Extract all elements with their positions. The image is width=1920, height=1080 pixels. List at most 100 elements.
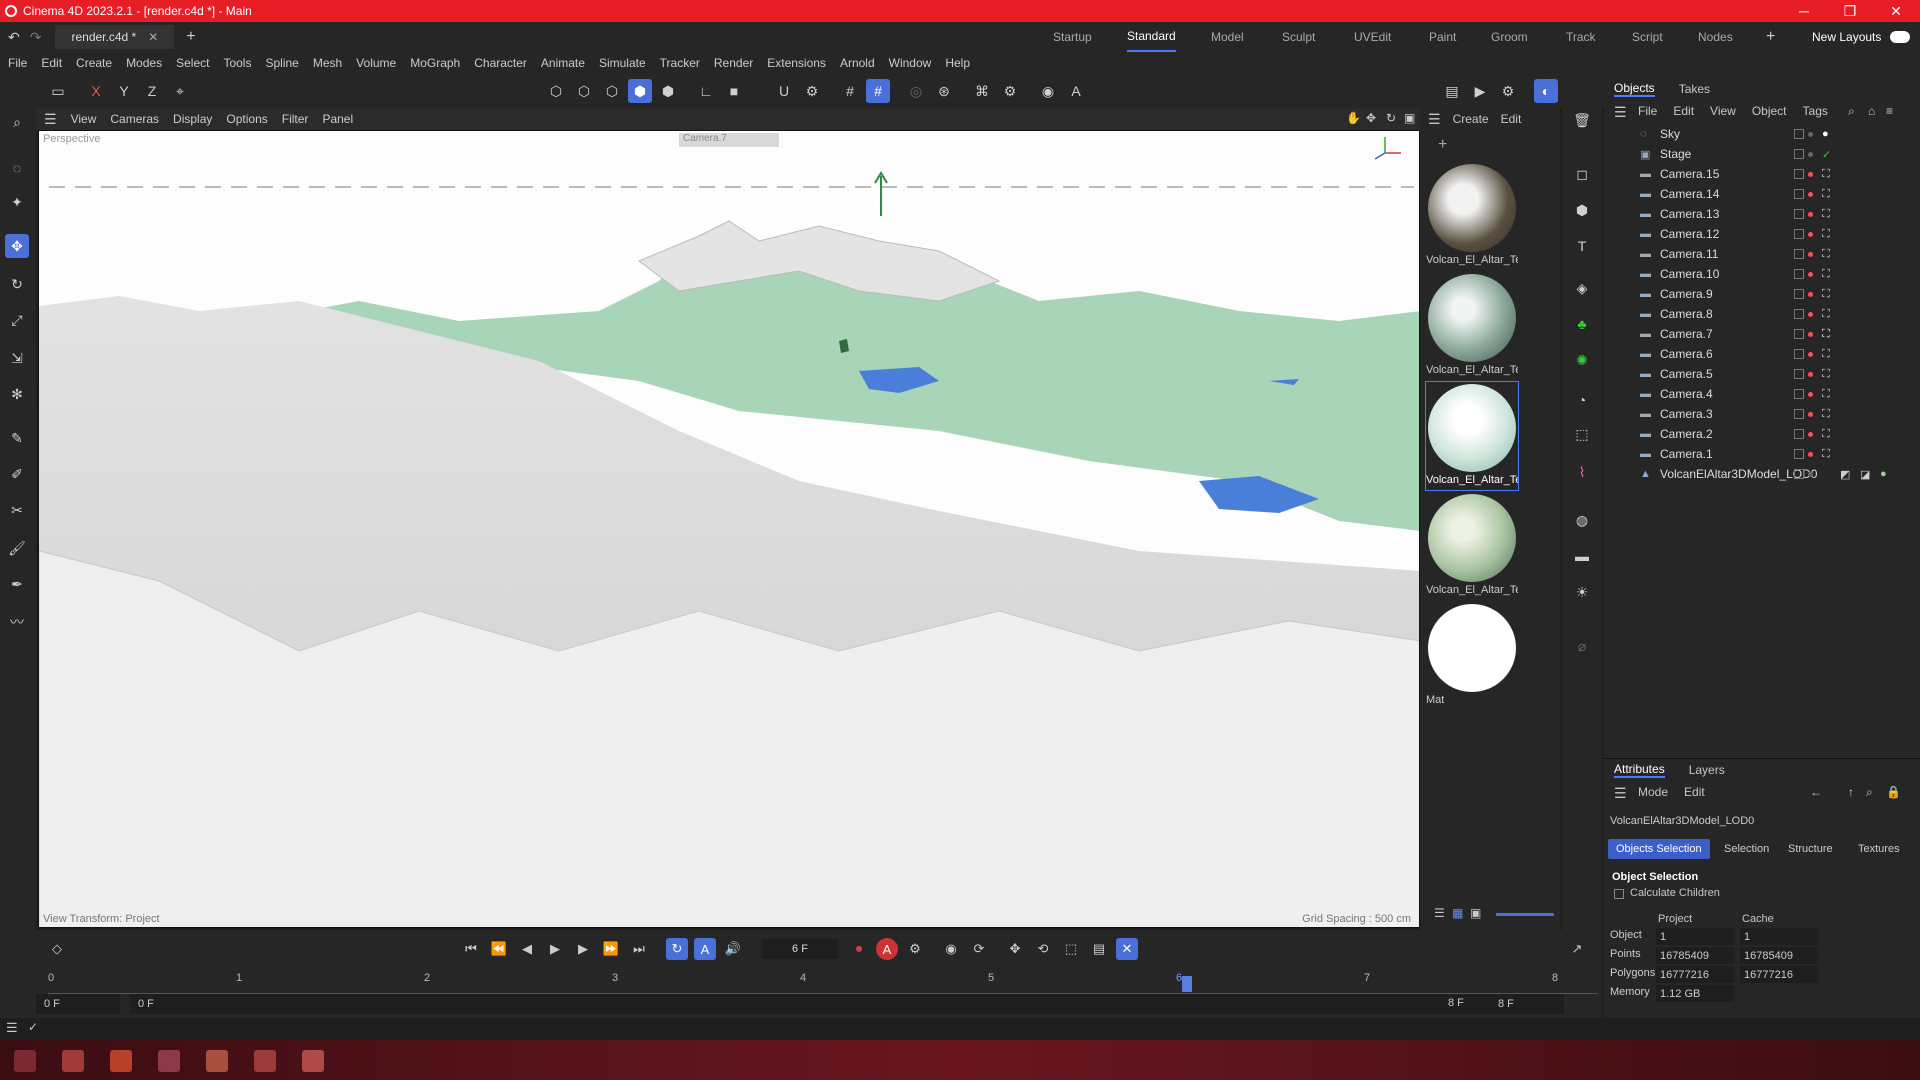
render-dot[interactable] [1808,291,1813,297]
object-menu-tags[interactable]: Tags [1803,104,1828,118]
trash-icon[interactable]: 🗑 [1570,108,1594,132]
bevel-tool-icon[interactable]: ✒ [5,572,29,596]
layout-tab-track[interactable]: Track [1566,22,1596,52]
record-icon[interactable]: ⏺ [848,938,870,960]
frame-ruler[interactable]: 0 1 2 3 4 5 6 7 8 [48,972,1598,994]
menu-edit[interactable]: Edit [41,56,62,70]
layout-tab-model[interactable]: Model [1211,22,1244,52]
object-row-camera[interactable]: ▬ Camera.14 ⛶ [1604,184,1920,204]
coordinate-system-icon[interactable]: ⌖ [168,79,192,103]
playback-rate-icon[interactable]: A [694,938,716,960]
maximize-button[interactable]: ❐ [1830,0,1870,22]
new-layouts-toggle[interactable] [1890,31,1910,43]
timeline-graph-icon[interactable]: ↗ [1566,938,1588,960]
render-dot[interactable] [1808,311,1813,317]
calculate-children-checkbox[interactable] [1614,889,1624,899]
visibility-checkbox[interactable] [1794,149,1804,159]
object-row-camera[interactable]: ▬ Camera.5 ⛶ [1604,364,1920,384]
menu-modes[interactable]: Modes [126,56,162,70]
render-dot[interactable] [1808,231,1813,237]
render-dot[interactable] [1808,351,1813,357]
layout-tab-paint[interactable]: Paint [1429,22,1456,52]
camera-target-tag-icon[interactable]: ⛶ [1822,408,1830,421]
key-pla-icon[interactable]: ⬚ [1060,938,1082,960]
spline-smooth-icon[interactable]: ✐ [5,462,29,486]
object-hamburger-icon[interactable]: ☰ [1614,104,1627,121]
phong-tag-icon[interactable]: ◩ [1840,468,1850,481]
min-time-field[interactable]: 0 F [36,994,120,1014]
layout-tab-standard[interactable]: Standard [1127,22,1176,52]
camera-create-icon[interactable]: ▬ [1570,544,1594,568]
polygons-mode-icon[interactable]: ⬡ [600,79,624,103]
key-scale-icon[interactable]: ✥ [1004,938,1026,960]
key-all-icon[interactable]: ✕ [1116,938,1138,960]
menu-extensions[interactable]: Extensions [767,56,826,70]
cube-icon[interactable]: ⬢ [1570,198,1594,222]
soft-selection-icon[interactable]: ✻ [5,382,29,406]
menu-volume[interactable]: Volume [356,56,396,70]
grid-snap-icon[interactable]: # [838,79,862,103]
active-camera-tag-icon[interactable]: ⛶ [1822,328,1830,341]
visibility-checkbox[interactable] [1794,369,1804,379]
render-dot[interactable] [1808,191,1813,197]
rotate-tool-icon[interactable]: ↻ [5,272,29,296]
material-menu-edit[interactable]: Edit [1501,112,1522,126]
workplane-icon[interactable]: ■ [722,79,746,103]
structure-tab[interactable]: Structure [1780,839,1841,859]
maximize-view-icon[interactable]: ▣ [1404,111,1415,125]
taskbar-app-icon[interactable] [206,1050,228,1072]
camera-target-tag-icon[interactable]: ⛶ [1822,368,1830,381]
add-tab-icon[interactable]: + [186,28,195,46]
axis-y-button[interactable]: Y [112,79,136,103]
object-row-camera[interactable]: ▬ Camera.15 ⛶ [1604,164,1920,184]
up-arrow-icon[interactable]: ↑ [1848,785,1854,799]
object-row-camera[interactable]: ▬ Camera.3 ⛶ [1604,404,1920,424]
home-icon[interactable]: ⌂ [1868,104,1875,118]
key-point-icon[interactable]: ▤ [1088,938,1110,960]
visibility-checkbox[interactable] [1794,329,1804,339]
previous-key-icon[interactable]: ⏪ [488,938,510,960]
menu-mograph[interactable]: MoGraph [410,56,460,70]
viewport-menu-view[interactable]: View [71,112,97,126]
object-row-camera[interactable]: ▬ Camera.7 ⛶ [1604,324,1920,344]
camera-target-tag-icon[interactable]: ⛶ [1822,248,1830,261]
camera-target-tag-icon[interactable]: ⛶ [1822,268,1830,281]
previous-frame-icon[interactable]: ◀ [516,938,538,960]
selection-tab[interactable]: Selection [1716,839,1777,859]
text-icon[interactable]: T [1570,234,1594,258]
tab-objects[interactable]: Objects [1614,81,1655,97]
field-icon[interactable]: ⬚ [1570,422,1594,446]
menu-animate[interactable]: Animate [541,56,585,70]
tab-close-icon[interactable]: ✕ [148,30,158,44]
object-menu-edit[interactable]: Edit [1673,104,1694,118]
render-to-picture-viewer-icon[interactable]: ▶ [1468,79,1492,103]
render-dot[interactable] [1808,471,1813,477]
viewport-solo-icon[interactable]: ◐ [1534,79,1558,103]
active-camera-label[interactable]: Camera.7 [679,133,779,147]
object-row-camera[interactable]: ▬ Camera.9 ⛶ [1604,284,1920,304]
3d-viewport[interactable]: Perspective Camera.7 View Transform: Pro… [38,130,1420,928]
viewport-menu-options[interactable]: Options [226,112,267,126]
spline-pen-icon[interactable]: ✎ [5,426,29,450]
filter-icon[interactable]: ≡ [1886,104,1893,118]
visibility-checkbox[interactable] [1794,409,1804,419]
symmetry-settings-icon[interactable]: ⚙ [998,79,1022,103]
menu-file[interactable]: File [8,56,27,70]
visibility-checkbox[interactable] [1794,249,1804,259]
knife-tool-icon[interactable]: ✂ [5,498,29,522]
keyframe-diamond-icon[interactable]: ◇ [46,938,68,960]
max-time-field[interactable]: 8 F [1490,994,1564,1014]
attribute-menu-edit[interactable]: Edit [1684,785,1705,799]
selection-tool-icon[interactable]: ◌ [5,156,29,180]
attribute-menu-mode[interactable]: Mode [1638,785,1668,799]
visibility-checkbox[interactable] [1794,429,1804,439]
menu-select[interactable]: Select [176,56,209,70]
axis-x-button[interactable]: X [84,79,108,103]
object-row-camera[interactable]: ▬ Camera.2 ⛶ [1604,424,1920,444]
null-object-icon[interactable]: ◻ [1570,162,1594,186]
autokey-icon[interactable]: A [876,938,898,960]
search-icon[interactable]: ⌕ [5,110,29,134]
object-row-camera[interactable]: ▬ Camera.10 ⛶ [1604,264,1920,284]
menu-spline[interactable]: Spline [265,56,298,70]
layout-tab-nodes[interactable]: Nodes [1698,22,1733,52]
